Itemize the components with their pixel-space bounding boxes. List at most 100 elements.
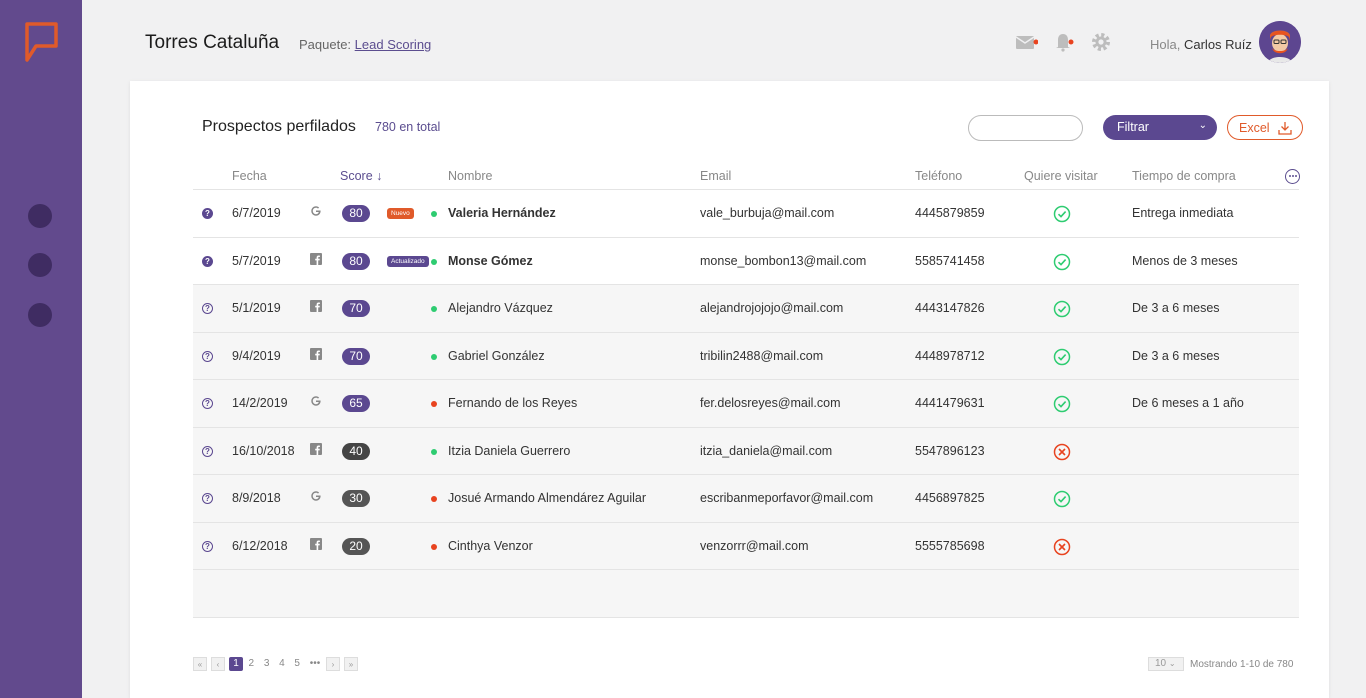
prospects-table: Fecha Score ↓ Nombre Email Teléfono Quie… [193,163,1300,618]
column-email[interactable]: Email [700,169,731,183]
row-name[interactable]: Monse Gómez [448,254,533,268]
table-header: Fecha Score ↓ Nombre Email Teléfono Quie… [193,163,1300,190]
check-circle-icon [1053,253,1071,271]
table-row[interactable]: ? 16/10/2018 40 Itzia Daniela Guerrero itzia… [193,427,1299,475]
table-row[interactable]: ? 14/2/2019 65 Fernando de los Reyes fer.del… [193,380,1299,428]
row-date: 6/7/2019 [232,206,281,220]
greeting-label: Hola, [1150,37,1181,52]
filter-dropdown[interactable]: Filtrar ⌄ [1103,115,1217,140]
facebook-icon [310,537,322,550]
table-row[interactable]: ? 6/7/2019 80 Nuevo Valeria Hernández vale_bu… [193,190,1299,238]
row-date: 14/2/2019 [232,396,288,410]
more-options-icon[interactable] [1285,169,1300,184]
settings-gear-icon[interactable] [1089,30,1113,54]
question-icon[interactable]: ? [202,350,213,362]
row-name[interactable]: Valeria Hernández [448,206,556,220]
prospects-card: Prospectos perfilados 780 en total Filtr… [130,81,1329,698]
row-name[interactable]: Josué Armando Almendárez Aguilar [448,491,646,505]
row-name[interactable]: Cinthya Venzor [448,539,533,553]
table-row[interactable]: ? 5/1/2019 70 Alejandro Vázquez alejandrojoj… [193,285,1299,333]
row-phone: 4448978712 [915,348,985,363]
check-circle-icon [1053,205,1071,223]
row-name[interactable]: Fernando de los Reyes [448,396,577,410]
status-dot [431,258,437,265]
table-row[interactable]: ? 6/12/2018 20 Cinthya Venzor venzorrr@mail.… [193,522,1299,570]
row-phone: 5555785698 [915,538,985,553]
row-date: 6/12/2018 [232,538,288,553]
question-icon[interactable]: ? [202,255,213,267]
column-fecha[interactable]: Fecha [232,169,267,183]
column-quiere-visitar[interactable]: Quiere visitar [1024,169,1098,183]
page-number-2[interactable]: 2 [244,657,258,671]
column-nombre[interactable]: Nombre [448,169,492,183]
page-number-4[interactable]: 4 [275,657,289,671]
first-page-button[interactable]: « [193,657,207,671]
facebook-icon [310,252,322,265]
page-number-1[interactable]: 1 [229,657,243,671]
google-icon [310,205,322,217]
check-circle-icon [1053,348,1071,366]
last-page-button[interactable]: » [344,657,358,671]
mail-icon[interactable] [1014,30,1038,54]
sidebar [0,0,82,698]
per-page-select[interactable]: 10 ⌄ [1148,657,1184,671]
chevron-down-icon: ⌄ [1198,120,1207,131]
column-tiempo-compra[interactable]: Tiempo de compra [1132,169,1236,183]
next-page-button[interactable]: › [326,657,340,671]
row-phone: 5585741458 [915,253,985,268]
package-link[interactable]: Lead Scoring [355,37,432,52]
notification-bell-icon[interactable] [1052,30,1076,54]
table-row[interactable]: ? 5/7/2019 80 Actualizado Monse Gómez monse_b… [193,238,1299,285]
row-name[interactable]: Gabriel González [448,349,545,363]
prev-page-button[interactable]: ‹ [211,657,225,671]
column-score[interactable]: Score ↓ [340,169,382,183]
user-name[interactable]: Carlos Ruíz [1184,37,1252,52]
user-avatar[interactable] [1259,21,1301,63]
score-badge: 40 [342,442,370,460]
score-badge: 80 [342,205,370,222]
column-telefono[interactable]: Teléfono [915,169,962,183]
row-email: itzia_daniela@mail.com [700,443,833,458]
facebook-icon [310,347,322,360]
status-dot [431,496,437,502]
table-row-empty [193,570,1299,618]
question-icon[interactable]: ? [202,445,213,457]
logo-icon[interactable] [22,20,60,64]
sidebar-item-1[interactable] [28,204,52,228]
question-icon[interactable]: ? [202,493,213,504]
chevron-down-icon: ⌄ [1168,659,1176,668]
cross-circle-icon [1053,538,1071,556]
row-tiempo-compra: De 6 meses a 1 año [1132,396,1244,410]
row-date: 5/7/2019 [232,253,281,268]
excel-export-button[interactable]: Excel [1227,115,1303,140]
table-row[interactable]: ? 9/4/2019 70 Gabriel González tribilin2488@… [193,332,1299,380]
check-circle-icon [1053,395,1071,413]
page-number-3[interactable]: 3 [260,657,274,671]
question-icon[interactable]: ? [202,303,213,314]
top-header: Torres Cataluña Paquete: Lead Scoring Ho… [82,0,1366,82]
excel-label: Excel [1239,121,1270,135]
filter-label: Filtrar [1117,120,1149,134]
package-info: Paquete: Lead Scoring [299,37,431,52]
question-icon[interactable]: ? [202,398,213,409]
per-page-value: 10 [1155,658,1167,669]
row-tiempo-compra: De 3 a 6 meses [1132,301,1220,315]
cross-circle-icon [1053,443,1071,461]
sidebar-item-2[interactable] [28,253,52,277]
row-name[interactable]: Alejandro Vázquez [448,301,553,315]
row-date: 8/9/2018 [232,491,281,505]
question-icon[interactable]: ? [202,540,213,552]
row-email: alejandrojojojo@mail.com [700,301,844,315]
facebook-icon [310,442,322,455]
sidebar-item-3[interactable] [28,303,52,327]
page-number-5[interactable]: 5 [290,657,304,671]
row-name[interactable]: Itzia Daniela Guerrero [448,444,570,458]
status-dot [431,353,437,360]
status-dot [431,306,437,312]
status-dot [431,543,437,550]
search-input[interactable] [968,115,1083,141]
table-row[interactable]: ? 8/9/2018 30 Josué Armando Almendárez Agui… [193,475,1299,523]
score-badge: 70 [342,347,370,365]
showing-range-text: Mostrando 1-10 de 780 [1190,659,1294,670]
question-icon[interactable]: ? [202,208,213,219]
